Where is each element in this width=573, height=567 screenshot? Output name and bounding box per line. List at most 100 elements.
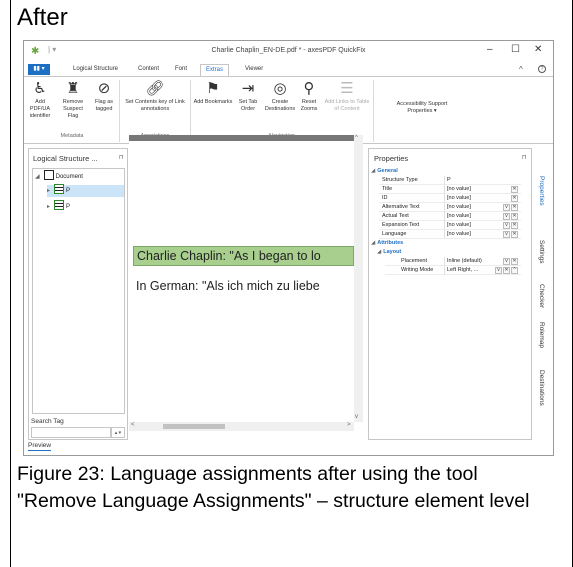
dropdown-icon[interactable]: v xyxy=(503,222,510,229)
tab-content[interactable]: Content xyxy=(138,66,159,72)
help-icon[interactable]: ? xyxy=(538,65,546,73)
property-value[interactable]: [no value] xyxy=(445,194,521,203)
pin-icon[interactable]: ⊓ xyxy=(119,154,124,161)
property-row[interactable]: Structure Type P xyxy=(371,176,521,185)
side-tab-settings[interactable]: Settings xyxy=(538,240,545,264)
minimize-icon[interactable]: – xyxy=(487,44,493,55)
property-row[interactable]: ID [no value] ✕ xyxy=(371,194,521,203)
accessibility-support-properties-button[interactable]: Accessibility Support Properties ▾ xyxy=(384,101,460,115)
collapse-arrow-icon[interactable]: ◢ xyxy=(371,168,375,174)
set-tab-order-button[interactable]: ⇥ Set Tab Order xyxy=(237,79,259,113)
property-row[interactable]: Expansion Text [no value] v ✕ xyxy=(371,221,521,230)
create-destinations-button[interactable]: ◎ Create Destinations xyxy=(264,79,296,113)
property-row-language[interactable]: Language [no value] v ✕ xyxy=(371,230,521,239)
property-key: Alternative Text xyxy=(379,203,445,212)
property-key: ID xyxy=(379,194,445,203)
clear-icon[interactable]: ✕ xyxy=(511,213,518,220)
clear-icon[interactable]: ✕ xyxy=(511,195,518,202)
set-contents-key-button[interactable]: 🔗︎ Set Contents key of Link annotations xyxy=(123,79,187,113)
property-value[interactable]: P xyxy=(445,176,521,185)
clear-icon[interactable]: ✕ xyxy=(511,204,518,211)
search-tag-input[interactable] xyxy=(31,427,111,438)
tab-logical-structure[interactable]: Logical Structure xyxy=(73,66,118,72)
section-general[interactable]: ◢ General xyxy=(371,167,521,176)
expand-arrow-icon[interactable]: ▸ xyxy=(47,188,50,194)
property-key: Structure Type xyxy=(379,176,445,185)
scroll-thumb[interactable] xyxy=(163,424,225,429)
scroll-right-icon[interactable]: > xyxy=(347,422,351,428)
clear-icon[interactable]: ✕ xyxy=(511,258,518,265)
title-bar: ✱ | ▾ Charlie Chaplin_EN-DE.pdf * - axes… xyxy=(24,41,553,63)
add-pdfua-identifier-button[interactable]: ♿ Add PDF/UA identifier xyxy=(26,79,54,120)
remove-suspect-flag-button[interactable]: ♜ Remove Suspect Flag xyxy=(57,79,89,120)
paragraph-icon xyxy=(54,184,65,195)
maximize-icon[interactable]: ☐ xyxy=(511,44,520,55)
preview-header-bar xyxy=(129,135,363,141)
dropdown-icon[interactable]: v xyxy=(495,267,502,274)
expand-arrow-icon[interactable]: ▸ xyxy=(47,204,50,210)
document-icon xyxy=(43,170,54,181)
property-row[interactable]: Title [no value] ✕ xyxy=(371,185,521,194)
clear-icon[interactable]: ✕ xyxy=(503,267,510,274)
tab-preview[interactable]: Preview xyxy=(28,442,52,451)
dropdown-icon[interactable]: v xyxy=(503,231,510,238)
dropdown-icon[interactable]: v xyxy=(503,204,510,211)
collapse-arrow-icon[interactable]: ◢ xyxy=(377,249,381,255)
logical-structure-title: Logical Structure ... xyxy=(33,154,98,163)
scroll-up-icon[interactable]: ^ xyxy=(355,135,358,141)
ribbon-tabs: ▮▮ ▾ Logical Structure Content Font Extr… xyxy=(24,63,553,76)
dropdown-icon[interactable]: v xyxy=(503,258,510,265)
tree-node-p[interactable]: ▸ P xyxy=(47,200,70,213)
clear-icon[interactable]: ✕ xyxy=(511,231,518,238)
paragraph-text[interactable]: In German: "Als ich mich zu liebe xyxy=(136,278,354,294)
side-tab-destinations[interactable]: Destinations xyxy=(538,370,545,406)
tab-extras[interactable]: Extras xyxy=(200,64,230,76)
logical-structure-panel: Logical Structure ... ⊓ ◢ Document ▸ P ▸ P … xyxy=(28,148,128,440)
tab-font[interactable]: Font xyxy=(175,66,187,72)
collapse-arrow-icon[interactable]: ◢ xyxy=(371,240,375,246)
property-row[interactable]: Writing Mode Left Right, ... v ✕ ^ xyxy=(371,266,521,275)
group-separator xyxy=(119,80,120,142)
link-icon: 🔗︎ xyxy=(145,80,165,97)
side-tab-checker[interactable]: Checker xyxy=(538,284,545,308)
bookmarks-icon: ⚑ xyxy=(206,80,220,97)
section-layout[interactable]: ◢ Layout xyxy=(377,248,527,257)
flag-as-tagged-button[interactable]: ⊘ Flag as tagged xyxy=(91,79,117,113)
property-key: Writing Mode xyxy=(385,266,445,275)
property-row[interactable]: Alternative Text [no value] v ✕ xyxy=(371,203,521,212)
dropdown-icon[interactable]: v xyxy=(503,213,510,220)
scroll-down-icon[interactable]: v xyxy=(355,414,358,420)
side-tab-rolemap[interactable]: Rolemap xyxy=(538,322,545,348)
collapse-ribbon-icon[interactable]: ^ xyxy=(519,65,523,74)
clear-icon[interactable]: ✕ xyxy=(511,186,518,193)
pin-icon[interactable]: ⊓ xyxy=(522,154,527,161)
clear-icon[interactable]: ✕ xyxy=(511,222,518,229)
collapse-icon[interactable]: ^ xyxy=(511,267,518,274)
add-bookmarks-button[interactable]: ⚑ Add Bookmarks xyxy=(193,79,233,106)
scroll-left-icon[interactable]: < xyxy=(131,422,135,428)
property-row[interactable]: Placement Inline (default) v ✕ xyxy=(371,257,521,266)
section-attributes[interactable]: ◢ Attributes xyxy=(371,239,521,248)
properties-title: Properties xyxy=(374,154,409,163)
vertical-scrollbar[interactable]: ^ v xyxy=(354,135,363,422)
close-icon[interactable]: ✕ xyxy=(534,44,542,55)
property-key: Actual Text xyxy=(379,212,445,221)
highlighted-paragraph[interactable]: Charlie Chaplin: "As I began to lo xyxy=(133,246,354,266)
property-row[interactable]: Actual Text [no value] v ✕ xyxy=(371,212,521,221)
property-key: Title xyxy=(379,185,445,194)
target-icon: ◎ xyxy=(273,80,287,97)
ribbon-toolbar: ♿ Add PDF/UA identifier ♜ Remove Suspect… xyxy=(24,76,553,144)
tree-node-p[interactable]: ▸ P xyxy=(47,184,124,197)
side-tab-properties[interactable]: Properties xyxy=(538,176,545,206)
property-key: Expansion Text xyxy=(379,221,445,230)
tab-viewer[interactable]: Viewer xyxy=(245,66,263,72)
horizontal-scrollbar[interactable]: < > xyxy=(129,422,354,431)
expand-arrow-icon[interactable]: ◢ xyxy=(35,174,40,180)
file-menu-button[interactable]: ▮▮ ▾ xyxy=(28,64,50,75)
figure-caption: Figure 23: Language assignments after us… xyxy=(17,463,530,512)
add-links-toc-button[interactable]: ☰ Add Links to Table of Content xyxy=(324,79,370,113)
property-value[interactable]: [no value] xyxy=(445,185,521,194)
reset-zooms-button[interactable]: ⚲ Reset Zooms xyxy=(299,79,319,113)
tree-node-document[interactable]: ◢ Document xyxy=(35,170,83,183)
search-spinner[interactable]: ▴ ▾ xyxy=(111,427,125,438)
